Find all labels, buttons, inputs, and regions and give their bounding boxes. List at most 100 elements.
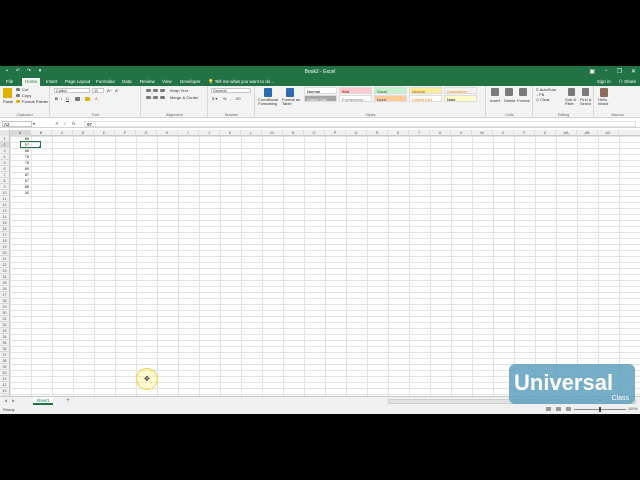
cell-style-check-cell[interactable]: Check Cell <box>304 95 337 102</box>
tab-insert[interactable]: Insert <box>46 79 57 84</box>
cell-style-calculation[interactable]: Calculation <box>444 87 477 94</box>
confirm-entry-icon[interactable]: ✓ <box>63 121 67 127</box>
fill-handle[interactable] <box>39 146 41 148</box>
name-box-dropdown-icon[interactable]: ▾ <box>33 121 35 126</box>
align-center-icon[interactable] <box>153 96 158 99</box>
delete-label[interactable]: Delete <box>504 98 516 103</box>
currency-icon[interactable]: $ ▾ <box>212 96 217 101</box>
tab-data[interactable]: Data <box>122 79 132 84</box>
copy-icon[interactable] <box>16 94 20 97</box>
tab-review[interactable]: Review <box>140 79 155 84</box>
cell-style-bad[interactable]: Bad <box>339 87 372 94</box>
restore-button[interactable]: ❐ <box>617 68 622 75</box>
cell-style-linked-cell[interactable]: Linked Cell <box>409 95 442 102</box>
tab-developer[interactable]: Developer <box>180 79 201 84</box>
font-color-icon[interactable]: A <box>95 96 98 101</box>
lightbulb-icon: 💡 <box>208 79 214 84</box>
cell-style-input[interactable]: Input <box>374 95 407 102</box>
scroll-sheets-left-icon[interactable]: ◀ <box>4 398 7 403</box>
align-top-icon[interactable] <box>146 89 151 92</box>
conditional-formatting-label[interactable]: Conditional Formatting <box>258 98 280 106</box>
tab-home[interactable]: Home <box>22 78 41 86</box>
page-break-view-icon[interactable] <box>566 407 571 411</box>
insert-label[interactable]: Insert <box>490 98 500 103</box>
sort-filter-icon[interactable] <box>568 88 575 96</box>
bold-button[interactable]: B <box>55 96 58 101</box>
delete-cells-icon[interactable] <box>505 88 513 96</box>
cell-style-normal[interactable]: Normal <box>304 87 337 94</box>
format-painter-label[interactable]: Format Painter <box>22 99 48 104</box>
name-box[interactable]: A2 <box>2 121 32 127</box>
number-format-combo[interactable]: General <box>211 88 251 93</box>
scroll-sheets-right-icon[interactable]: ▶ <box>12 398 15 403</box>
formula-input[interactable]: 97 <box>84 121 636 127</box>
paste-label[interactable]: Paste <box>3 99 13 104</box>
borders-icon[interactable] <box>75 97 80 101</box>
styles-group-label: Styles <box>365 113 376 117</box>
sort-filter-label[interactable]: Sort & Filter <box>565 98 579 106</box>
format-as-table-icon[interactable] <box>286 88 294 97</box>
cut-icon[interactable] <box>16 88 20 91</box>
insert-cells-icon[interactable] <box>491 88 499 96</box>
align-right-icon[interactable] <box>160 96 165 99</box>
percent-icon[interactable]: % <box>223 96 227 101</box>
page-layout-view-icon[interactable] <box>556 407 561 411</box>
sheet-tab-sheet1[interactable]: Sheet1 <box>33 397 53 405</box>
paste-icon[interactable] <box>3 88 12 98</box>
cell-style-note[interactable]: Note <box>444 95 477 102</box>
tab-view[interactable]: View <box>162 79 172 84</box>
format-as-table-label[interactable]: Format as Table <box>282 98 302 106</box>
format-label[interactable]: Format <box>517 98 530 103</box>
user-avatar[interactable] <box>600 88 608 97</box>
normal-view-icon[interactable] <box>546 407 551 411</box>
copy-label[interactable]: Copy <box>22 93 31 98</box>
decrease-font-icon[interactable]: Aˇ <box>115 88 119 93</box>
align-left-icon[interactable] <box>146 96 151 99</box>
cancel-entry-icon[interactable]: ✕ <box>55 121 59 127</box>
zoom-level[interactable]: 100% <box>628 407 638 411</box>
zoom-slider[interactable] <box>574 407 626 412</box>
number-group: General $ ▾ % , .00 Number <box>209 86 255 118</box>
cell-style-neutral[interactable]: Neutral <box>409 87 442 94</box>
cut-label[interactable]: Cut <box>22 87 28 92</box>
tab-file[interactable]: File <box>6 79 13 84</box>
align-bottom-icon[interactable] <box>160 89 165 92</box>
minimize-button[interactable]: − <box>604 68 608 75</box>
underline-button[interactable]: U <box>66 96 69 101</box>
user-name: Hello World <box>598 97 609 106</box>
share-button[interactable]: ⚇ Share <box>619 79 636 85</box>
fill-color-icon[interactable] <box>85 97 90 101</box>
ribbon-display-icon[interactable]: ▣ <box>589 68 595 75</box>
tell-me-box[interactable]: 💡 Tell me what you want to do... <box>208 79 274 85</box>
merge-center-button[interactable]: Merge & Center <box>170 95 198 100</box>
decimal-icon[interactable]: .00 <box>235 96 241 101</box>
ribbon-tabs: File Home Insert Page Layout Formulas Da… <box>0 77 640 86</box>
format-cells-icon[interactable] <box>519 88 527 96</box>
ribbon: Paste Cut Copy Format Painter Clipboard … <box>0 86 640 118</box>
tab-formulas[interactable]: Formulas <box>96 79 115 84</box>
cell-style-explanatory[interactable]: Explanatory... <box>339 95 372 102</box>
conditional-formatting-icon[interactable] <box>264 88 272 97</box>
font-name-combo[interactable]: Calibri <box>54 88 90 93</box>
tab-page-layout[interactable]: Page Layout <box>65 79 90 84</box>
align-middle-icon[interactable] <box>153 89 158 92</box>
close-button[interactable]: ✕ <box>631 68 636 75</box>
zoom-slider-thumb[interactable] <box>599 407 601 412</box>
sign-in-link[interactable]: Sign in <box>597 79 611 85</box>
font-group-label: Font <box>91 113 100 117</box>
format-painter-icon[interactable] <box>16 100 20 103</box>
increase-font-icon[interactable]: A^ <box>107 88 112 93</box>
cell-style-good[interactable]: Good <box>374 87 407 94</box>
wrap-text-button[interactable]: Wrap Text <box>170 88 188 93</box>
find-select-label[interactable]: Find & Select <box>580 98 594 106</box>
font-size-combo[interactable]: 11 <box>92 88 104 93</box>
excel-window: ▪ ↶ ↷ ▾ Book2 - Excel ▣ − ❐ ✕ File Home … <box>0 66 640 414</box>
insert-function-button[interactable]: fx <box>72 121 76 126</box>
italic-button[interactable]: I <box>61 96 62 101</box>
clear-button[interactable]: ◇ Clear <box>536 97 550 102</box>
new-sheet-button[interactable]: + <box>64 397 72 405</box>
account-area: Sign in ⚇ Share <box>597 79 636 85</box>
comma-icon[interactable]: , <box>230 96 231 101</box>
cell-a10[interactable]: 40 <box>10 190 30 196</box>
find-select-icon[interactable] <box>582 88 589 96</box>
